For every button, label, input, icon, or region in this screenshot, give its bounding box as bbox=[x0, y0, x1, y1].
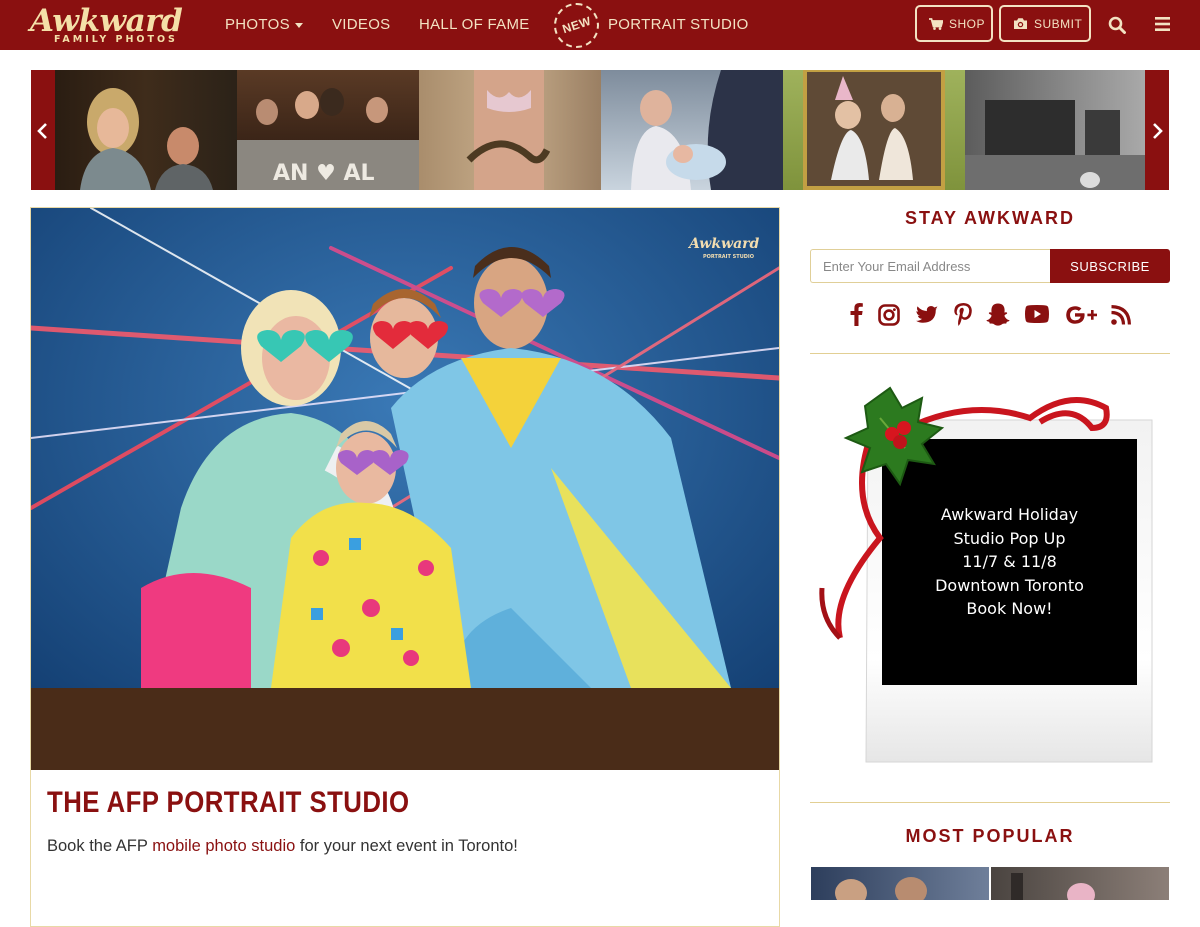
carousel-thumb[interactable] bbox=[419, 70, 601, 190]
popular-thumb[interactable] bbox=[811, 867, 989, 900]
nav-portrait-studio[interactable]: PORTRAIT STUDIO bbox=[608, 16, 749, 33]
chevron-right-icon bbox=[1153, 123, 1163, 139]
site-logo[interactable]: Awkward FAMILY PHOTOS bbox=[30, 3, 198, 46]
photo-watermark-logo: Awkward bbox=[687, 236, 760, 252]
feature-title[interactable]: THE AFP PORTRAIT STUDIO bbox=[47, 786, 410, 820]
pinterest-icon[interactable] bbox=[954, 303, 972, 326]
carousel-thumb[interactable] bbox=[601, 70, 783, 190]
promo-line: Book Now! bbox=[966, 599, 1053, 618]
feature-photo[interactable]: Awkward PORTRAIT STUDIO bbox=[31, 208, 779, 770]
promo-line: Studio Pop Up bbox=[953, 528, 1066, 548]
party-hats-photo bbox=[803, 70, 945, 190]
search-icon[interactable] bbox=[1108, 16, 1126, 34]
email-input[interactable] bbox=[810, 249, 1050, 283]
shop-button[interactable]: SHOP bbox=[915, 5, 993, 42]
new-badge-label: NEW bbox=[560, 13, 593, 37]
submit-button[interactable]: SUBMIT bbox=[999, 5, 1091, 42]
stay-awkward-heading: STAY AWKWARD bbox=[904, 208, 1075, 228]
nav-photos-label: PHOTOS bbox=[225, 16, 290, 33]
popular-photo bbox=[835, 877, 927, 900]
top-navbar: Awkward FAMILY PHOTOS PHOTOS VIDEOS HALL… bbox=[0, 0, 1200, 50]
svg-text:AN ♥ AL: AN ♥ AL bbox=[273, 161, 375, 186]
logo-subtitle: FAMILY PHOTOS bbox=[54, 34, 178, 45]
photo-carousel: AN ♥ AL bbox=[31, 70, 1169, 190]
feature-card: Awkward PORTRAIT STUDIO THE AFP PORTRAIT… bbox=[30, 207, 780, 927]
chevron-left-icon bbox=[37, 123, 47, 139]
most-popular-heading: MOST POPULAR bbox=[905, 826, 1075, 846]
carousel-thumb[interactable] bbox=[55, 70, 237, 190]
promo-text: Awkward Holiday Studio Pop Up 11/7 & 11/… bbox=[882, 503, 1137, 621]
carousel-prev-button[interactable] bbox=[31, 70, 55, 190]
new-badge: NEW bbox=[554, 3, 599, 48]
popular-thumb[interactable] bbox=[991, 867, 1169, 900]
facebook-icon[interactable] bbox=[850, 302, 863, 326]
rss-icon[interactable] bbox=[1111, 305, 1131, 325]
svg-text:PORTRAIT STUDIO: PORTRAIT STUDIO bbox=[703, 254, 754, 260]
carousel-thumb[interactable] bbox=[783, 70, 965, 190]
sidebar-divider bbox=[810, 802, 1170, 803]
snake-costume-photo bbox=[466, 70, 551, 190]
promo-line: Downtown Toronto bbox=[935, 575, 1084, 595]
carousel-next-button[interactable] bbox=[1145, 70, 1169, 190]
camera-icon bbox=[1014, 18, 1027, 29]
nav-videos[interactable]: VIDEOS bbox=[332, 16, 390, 33]
cart-icon bbox=[929, 18, 943, 30]
mobile-photo-studio-link[interactable]: mobile photo studio bbox=[152, 837, 295, 855]
twitter-icon[interactable] bbox=[916, 306, 938, 324]
sidebar-divider bbox=[810, 353, 1170, 354]
subscribe-button[interactable]: SUBSCRIBE bbox=[1050, 249, 1170, 283]
portrait-studio-photo: Awkward PORTRAIT STUDIO bbox=[31, 208, 779, 770]
menu-icon[interactable] bbox=[1155, 17, 1170, 31]
nav-photos[interactable]: PHOTOS bbox=[225, 16, 303, 33]
instagram-icon[interactable] bbox=[878, 304, 900, 326]
holiday-promo-ad[interactable]: Awkward Holiday Studio Pop Up 11/7 & 11/… bbox=[810, 378, 1170, 778]
popular-photo bbox=[1011, 873, 1095, 900]
google-plus-icon[interactable] bbox=[1065, 305, 1097, 325]
carousel-thumb[interactable] bbox=[965, 70, 1145, 190]
snapchat-icon[interactable] bbox=[986, 303, 1010, 326]
carousel-thumb[interactable]: AN ♥ AL bbox=[237, 70, 419, 190]
wedding-cake-photo: AN ♥ AL bbox=[237, 88, 419, 190]
promo-line: 11/7 & 11/8 bbox=[962, 552, 1057, 571]
couple-portrait-photo bbox=[80, 88, 213, 190]
feature-desc-after: for your next event in Toronto! bbox=[295, 837, 518, 855]
shop-button-label: SHOP bbox=[949, 17, 986, 31]
social-links bbox=[838, 302, 1138, 330]
submit-button-label: SUBMIT bbox=[1034, 17, 1083, 31]
newborn-baby-photo bbox=[631, 70, 783, 190]
living-room-photo bbox=[965, 100, 1145, 190]
caret-down-icon bbox=[294, 22, 303, 28]
youtube-icon[interactable] bbox=[1025, 305, 1049, 323]
promo-line: Awkward Holiday bbox=[940, 505, 1079, 524]
logo-wordmark: Awkward bbox=[30, 3, 183, 39]
feature-desc-before: Book the AFP bbox=[47, 837, 153, 855]
nav-hall-of-fame[interactable]: HALL OF FAME bbox=[419, 16, 530, 33]
feature-description: Book the AFP mobile photo studio for you… bbox=[47, 837, 518, 856]
